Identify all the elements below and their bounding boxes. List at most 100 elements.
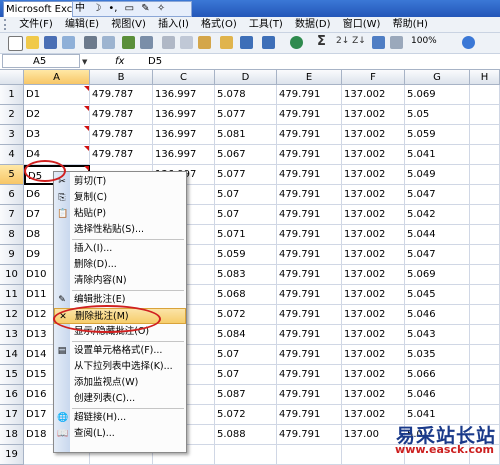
table-cell[interactable]: 5.069 (405, 85, 470, 105)
table-cell[interactable] (470, 145, 500, 165)
table-cell[interactable]: 479.791 (277, 385, 342, 405)
table-cell[interactable]: 479.791 (277, 345, 342, 365)
table-cell[interactable]: 137.002 (342, 165, 405, 185)
copy-icon[interactable] (180, 36, 193, 49)
table-cell[interactable]: 479.791 (277, 285, 342, 305)
table-cell[interactable]: 5.072 (215, 305, 277, 325)
ime-item[interactable]: ☽ (90, 2, 103, 16)
table-cell[interactable]: 5.081 (215, 125, 277, 145)
table-cell[interactable]: 5.072 (215, 405, 277, 425)
table-cell[interactable]: 5.07 (215, 365, 277, 385)
menu-insert[interactable]: 插入(I) (158, 17, 198, 32)
print-preview-icon[interactable] (102, 36, 115, 49)
table-cell[interactable]: 479.791 (277, 105, 342, 125)
table-cell[interactable]: 137.002 (342, 85, 405, 105)
autosum-icon[interactable]: Σ (317, 34, 326, 49)
new-icon[interactable] (8, 36, 23, 51)
ime-toolbar[interactable]: 中 ☽ •, ▭ ✎ ✧ (72, 1, 192, 17)
table-cell[interactable] (470, 205, 500, 225)
table-cell[interactable]: 479.791 (277, 85, 342, 105)
row-header[interactable]: 5 (0, 165, 24, 185)
table-cell[interactable]: 137.002 (342, 385, 405, 405)
paste-icon[interactable] (198, 36, 211, 49)
row-header[interactable]: 17 (0, 405, 24, 425)
table-cell[interactable] (470, 225, 500, 245)
column-header-g[interactable]: G (405, 70, 470, 85)
table-cell[interactable] (215, 445, 277, 465)
hyperlink-icon[interactable] (290, 36, 303, 49)
sort-icon[interactable]: 2↓ Z↓ (336, 36, 366, 46)
ime-item[interactable]: ✧ (155, 2, 167, 16)
save-icon[interactable] (44, 36, 57, 49)
row-header[interactable]: 8 (0, 225, 24, 245)
table-cell[interactable]: 5.087 (215, 385, 277, 405)
table-cell[interactable]: 5.067 (215, 145, 277, 165)
column-header-d[interactable]: D (215, 70, 277, 85)
menu-file[interactable]: 文件(F) (19, 17, 62, 32)
table-cell[interactable]: D1 (24, 85, 90, 105)
research-icon[interactable] (140, 36, 153, 49)
menu-data[interactable]: 数据(D) (295, 17, 340, 32)
table-cell[interactable]: 137.002 (342, 265, 405, 285)
table-cell[interactable]: 5.042 (405, 205, 470, 225)
column-header-c[interactable]: C (153, 70, 215, 85)
table-cell[interactable] (277, 445, 342, 465)
table-cell[interactable]: 136.997 (153, 125, 215, 145)
table-cell[interactable]: 136.997 (153, 85, 215, 105)
ime-item[interactable]: ▭ (123, 2, 136, 16)
table-cell[interactable]: 137.002 (342, 345, 405, 365)
row-header[interactable]: 12 (0, 305, 24, 325)
column-header-a[interactable]: A (24, 70, 90, 85)
table-cell[interactable]: 5.046 (405, 385, 470, 405)
context-menu-item[interactable]: ▤ 设置单元格格式(F)... (54, 343, 186, 359)
row-header[interactable]: 9 (0, 245, 24, 265)
select-all-corner[interactable] (0, 70, 24, 85)
table-cell[interactable]: 5.059 (405, 125, 470, 145)
print-icon[interactable] (84, 36, 97, 49)
table-cell[interactable]: 5.088 (215, 425, 277, 445)
table-cell[interactable]: 5.035 (405, 345, 470, 365)
chart-wizard-icon[interactable] (372, 36, 385, 49)
formula-input[interactable]: D5 (148, 54, 162, 69)
menu-edit[interactable]: 编辑(E) (65, 17, 108, 32)
context-menu-item[interactable]: 添加监视点(W) (54, 375, 186, 391)
row-header[interactable]: 14 (0, 345, 24, 365)
row-header[interactable]: 7 (0, 205, 24, 225)
undo-icon[interactable] (240, 36, 253, 49)
table-cell[interactable] (470, 185, 500, 205)
table-cell[interactable] (470, 345, 500, 365)
context-menu-item[interactable]: 🌐 超链接(H)... (54, 410, 186, 426)
table-cell[interactable]: 137.002 (342, 325, 405, 345)
table-cell[interactable]: 5.041 (405, 145, 470, 165)
table-cell[interactable]: 5.043 (405, 325, 470, 345)
table-cell[interactable]: 5.046 (405, 305, 470, 325)
table-cell[interactable]: 5.07 (215, 345, 277, 365)
table-cell[interactable]: 479.791 (277, 325, 342, 345)
ime-item[interactable]: ✎ (139, 2, 151, 16)
menu-window[interactable]: 窗口(W) (343, 17, 390, 32)
context-menu-item[interactable]: ✂ 剪切(T) (54, 174, 186, 190)
table-cell[interactable] (470, 85, 500, 105)
table-cell[interactable] (470, 245, 500, 265)
context-menu-item[interactable]: 📋 粘贴(P) (54, 206, 186, 222)
context-menu-item[interactable]: ⎘ 复制(C) (54, 190, 186, 206)
column-header-b[interactable]: B (90, 70, 153, 85)
context-menu-item[interactable]: 选择性粘贴(S)... (54, 222, 186, 238)
table-cell[interactable]: 479.787 (90, 145, 153, 165)
column-header-h[interactable]: H (470, 70, 500, 85)
context-menu-item[interactable]: 删除(D)... (54, 257, 186, 273)
row-header[interactable]: 6 (0, 185, 24, 205)
row-header[interactable]: 3 (0, 125, 24, 145)
context-menu-item[interactable]: 插入(I)... (54, 241, 186, 257)
table-cell[interactable]: 137.002 (342, 285, 405, 305)
table-cell[interactable]: 479.791 (277, 365, 342, 385)
table-cell[interactable]: 137.002 (342, 305, 405, 325)
table-cell[interactable]: 5.069 (405, 265, 470, 285)
table-cell[interactable] (470, 385, 500, 405)
row-header[interactable]: 4 (0, 145, 24, 165)
context-menu-item[interactable]: 创建列表(C)... (54, 391, 186, 407)
table-cell[interactable]: 479.791 (277, 425, 342, 445)
table-cell[interactable]: 5.05 (405, 105, 470, 125)
row-header[interactable]: 10 (0, 265, 24, 285)
row-header[interactable]: 15 (0, 365, 24, 385)
